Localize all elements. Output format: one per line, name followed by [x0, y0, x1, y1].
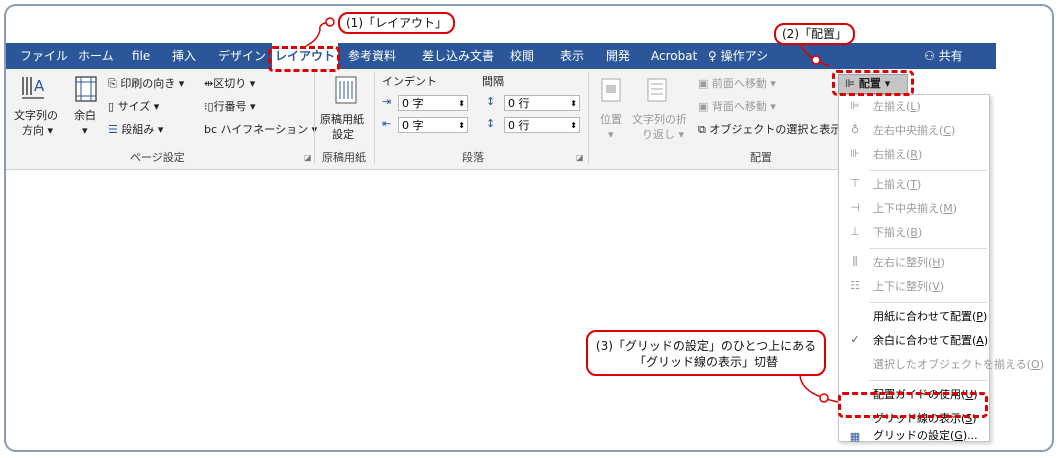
- callout-step-2: (2)「配置」: [774, 23, 855, 45]
- callout-step-1: (1)「レイアウト」: [338, 12, 455, 34]
- callout-step-3-line-2: 「グリッド線の表示」切替: [633, 355, 778, 369]
- callout-step-3: (3)「グリッドの設定」のひとつ上にある 「グリッド線の表示」切替: [586, 330, 826, 376]
- callout-connectors: [305, 17, 839, 403]
- callout-step-3-line-1: (3)「グリッドの設定」のひとつ上にある: [595, 339, 817, 353]
